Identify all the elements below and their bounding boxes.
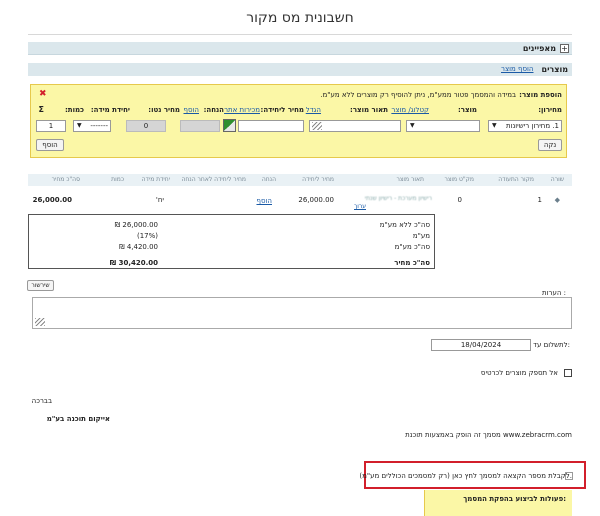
price-list-select[interactable]: 1. מחירון רישיונות ומערכות חדש ▼ xyxy=(488,120,562,132)
discount-label: הנחה: xyxy=(203,106,224,114)
col-source: מקור התעודה xyxy=(498,176,534,183)
net-price-label: מחיר נטו: xyxy=(148,106,180,114)
sigma-icon[interactable]: Σ xyxy=(39,105,44,114)
col-desc: תאור מוצר xyxy=(396,176,424,183)
product-label: מוצר: xyxy=(457,106,477,114)
notes-textarea[interactable] xyxy=(32,297,572,329)
section-properties-label: מאפיינים xyxy=(522,44,556,53)
unit-label: יחידת מידה: xyxy=(90,106,130,114)
section-products: מוצרים הוסף מוצר xyxy=(28,63,572,76)
col-discount: הנחה xyxy=(261,176,276,183)
price-list-value: 1. מחירון רישיונות ומערכות חדש xyxy=(505,122,559,130)
row-desc: רישיון מערכת - רישיון שנתי xyxy=(364,195,432,202)
vat-included-link[interactable]: מכירות אתר xyxy=(224,106,260,114)
signature-button[interactable]: שירשור xyxy=(27,280,54,291)
total-label-novat: סה"כ ללא מע"מ xyxy=(379,221,430,229)
footer-note: מסמך זה הופק באמצעות תוכנת www.zebracrm.… xyxy=(405,431,572,439)
table-row: ◆ 1 0 רישיון מערכת - רישיון שנתי ערוך 26… xyxy=(28,190,572,212)
section-properties[interactable]: + מאפיינים xyxy=(28,42,572,55)
totals-box: סה"כ ללא מע"מ 26,000.00 ₪ מע"מ (17%) סה"… xyxy=(28,214,435,269)
unit-price-label: מחיר ליחידה: xyxy=(260,106,304,114)
product-desc-input[interactable] xyxy=(309,120,401,132)
table-header: שורה מקור התעודה מק"ט מוצר תאור מוצר מחי… xyxy=(28,174,572,186)
catalog-link[interactable]: קטלוג/ מוצר xyxy=(391,106,429,114)
chevron-down-icon: ▼ xyxy=(492,122,497,129)
notes-label: הערות : xyxy=(541,289,566,297)
add-discount-link[interactable]: הוסף xyxy=(183,106,199,114)
expand-link[interactable]: הגדל xyxy=(306,106,321,114)
page-title: חשבונית מס מקור xyxy=(246,10,354,26)
total-label-vat: מע"מ xyxy=(412,232,430,240)
total-value-vatsum: 4,420.00 ₪ xyxy=(119,243,158,251)
add-product-panel: הוספת מוצר: במידה והמסמך פטור ממע"מ, נית… xyxy=(30,84,567,158)
unit-price-input[interactable] xyxy=(238,120,304,132)
chevron-down-icon: ▼ xyxy=(77,122,82,129)
add-product-title: הוספת מוצר: xyxy=(519,91,562,99)
product-desc-label: תאור מוצר: xyxy=(350,106,388,114)
actions-panel: פעולות לביצוע בהפקת המסמך: xyxy=(424,490,572,516)
col-unit-price: מחיר ליחידה xyxy=(302,176,334,183)
product-select[interactable]: ▼ xyxy=(406,120,480,132)
col-sku: מק"ט מוצר xyxy=(444,176,474,183)
price-list-label: מחירון: xyxy=(538,106,562,114)
company-name: אייקום תוכנה בע"מ xyxy=(46,415,110,423)
row-add-discount-link[interactable]: הוסף xyxy=(256,197,272,205)
no-supply-label: אל תספק מוצרים לכרטיס xyxy=(480,369,558,377)
unit-select[interactable]: ------- ▼ xyxy=(73,120,111,132)
row-unit-price: 26,000.00 xyxy=(298,196,334,204)
drag-handle-icon[interactable]: ◆ xyxy=(555,196,560,204)
clear-button[interactable]: נקה xyxy=(538,139,562,151)
unit-value: ------- xyxy=(90,122,108,130)
add-product-note: במידה והמסמך פטור ממע"מ, ניתן להוסיף רק … xyxy=(320,91,516,99)
calculator-icon[interactable] xyxy=(223,119,236,132)
col-qty: כמות xyxy=(111,176,124,183)
row-edit-link[interactable]: ערוך xyxy=(354,203,366,210)
resize-grip-icon xyxy=(35,318,45,326)
total-value-grand: 30,420.00 ₪ xyxy=(109,259,158,267)
row-unit: יח' xyxy=(155,196,164,204)
qty-input[interactable]: 1 xyxy=(36,120,66,132)
expand-plus-icon[interactable]: + xyxy=(560,44,569,53)
total-value-vat: (17%) xyxy=(136,232,158,240)
payment-date-input[interactable]: 18/04/2024 xyxy=(431,339,531,351)
no-supply-checkbox[interactable] xyxy=(564,369,572,377)
add-button[interactable]: הוסף xyxy=(36,139,64,151)
total-label-grand: סה"כ מחיר xyxy=(394,259,430,267)
total-label-vatsum: סה"כ מע"מ xyxy=(394,243,430,251)
net-price-input[interactable]: 0 xyxy=(126,120,166,132)
add-product-link[interactable]: הוסף מוצר xyxy=(501,63,534,76)
row-total: 26,000.00 xyxy=(32,196,72,204)
close-icon[interactable]: ✖ xyxy=(39,89,47,99)
total-value-novat: 26,000.00 ₪ xyxy=(114,221,158,229)
qty-label: כמות: xyxy=(64,106,84,114)
col-price-after-discount: מחיר ליחידה לאחר הנחה xyxy=(181,176,246,183)
allocation-label: לקבלת מספר הקצאה למסמך לחץ כאן (רק למסמכ… xyxy=(359,472,572,480)
section-products-label: מוצרים xyxy=(541,65,569,74)
discount-input[interactable] xyxy=(180,120,220,132)
col-unit: יחידת מידה xyxy=(141,176,170,183)
resize-grip-icon xyxy=(312,122,322,130)
divider xyxy=(28,34,572,35)
row-sku: 0 xyxy=(457,196,462,204)
chevron-down-icon: ▼ xyxy=(410,122,415,129)
col-total: סה"כ מחיר xyxy=(51,176,80,183)
actions-title: פעולות לביצוע בהפקת המסמך: xyxy=(463,495,566,503)
row-line: 1 xyxy=(537,196,542,204)
col-line: שורה xyxy=(550,176,564,183)
greeting: בברכה xyxy=(31,397,52,405)
payment-label: לתשלום עד: xyxy=(533,341,570,349)
